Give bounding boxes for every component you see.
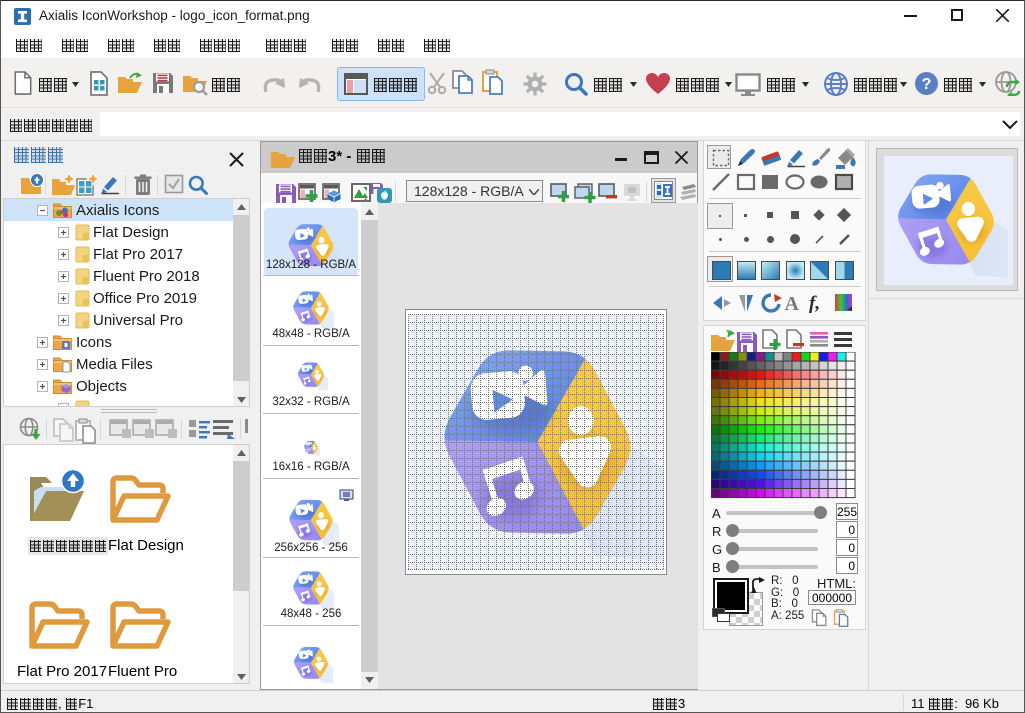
svg-text:?: ? bbox=[922, 76, 932, 93]
